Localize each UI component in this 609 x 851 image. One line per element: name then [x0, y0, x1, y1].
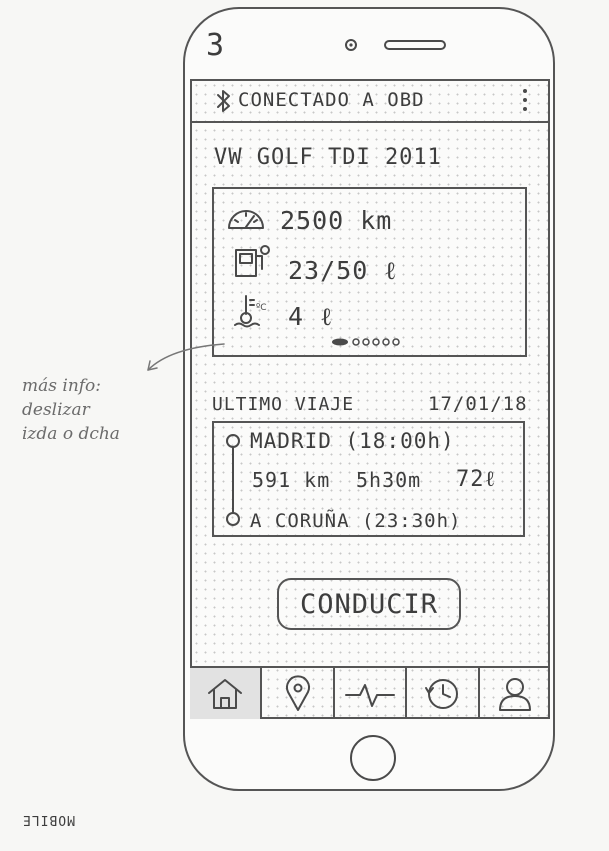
- annotation-line-2: deslizar: [22, 400, 90, 420]
- bottom-nav: [190, 666, 550, 719]
- trip-distance: 591 km: [252, 468, 331, 492]
- nav-map[interactable]: [262, 668, 335, 719]
- vehicle-name: VW GOLF TDI 2011: [214, 145, 442, 170]
- home-icon: [208, 678, 243, 709]
- speedometer-icon: [228, 210, 264, 229]
- annotation-line-3: izda o dcha: [22, 424, 120, 444]
- map-pin-icon: [285, 674, 310, 711]
- footer-label: MOBILE: [22, 812, 75, 827]
- page-indicator[interactable]: [328, 336, 408, 348]
- oil-temperature-icon: ºC: [234, 295, 267, 328]
- screen-number: 3: [206, 28, 226, 63]
- annotation-line-1: más info:: [22, 376, 102, 396]
- nav-activity[interactable]: [335, 668, 408, 719]
- last-trip-heading: ULTIMO VIAJE: [212, 394, 355, 415]
- oil-value: 4 ℓ: [288, 302, 334, 331]
- drive-button[interactable]: CONDUCIR: [277, 578, 461, 630]
- nav-history[interactable]: [407, 668, 480, 719]
- phone-camera-speaker: [345, 39, 446, 51]
- fuel-pump-icon: [235, 245, 270, 277]
- home-button[interactable]: [348, 733, 398, 783]
- last-trip-date: 17/01/18: [428, 393, 528, 415]
- user-icon: [498, 677, 531, 711]
- more-vertical-icon[interactable]: [518, 86, 532, 116]
- trip-destination: A CORUÑA (23:30h): [250, 510, 462, 532]
- trip-fuel: 72ℓ: [456, 467, 497, 492]
- nav-profile[interactable]: [480, 668, 550, 719]
- fuel-value: 23/50 ℓ: [288, 256, 398, 285]
- annotation-arrow: [147, 343, 225, 371]
- route-line-icon: [226, 434, 240, 526]
- bluetooth-icon: [217, 90, 230, 112]
- swipe-annotation: más info: deslizar izda o dcha: [22, 374, 172, 446]
- trip-duration: 5h30m: [356, 468, 422, 492]
- history-icon: [425, 678, 459, 709]
- trip-origin: MADRID (18:00h): [250, 429, 455, 453]
- nav-home[interactable]: [190, 668, 263, 719]
- activity-icon: [345, 683, 396, 707]
- svg-text:ºC: ºC: [256, 303, 267, 313]
- mileage-value: 2500 km: [280, 206, 393, 235]
- connection-status: CONECTADO A OBD: [238, 89, 425, 111]
